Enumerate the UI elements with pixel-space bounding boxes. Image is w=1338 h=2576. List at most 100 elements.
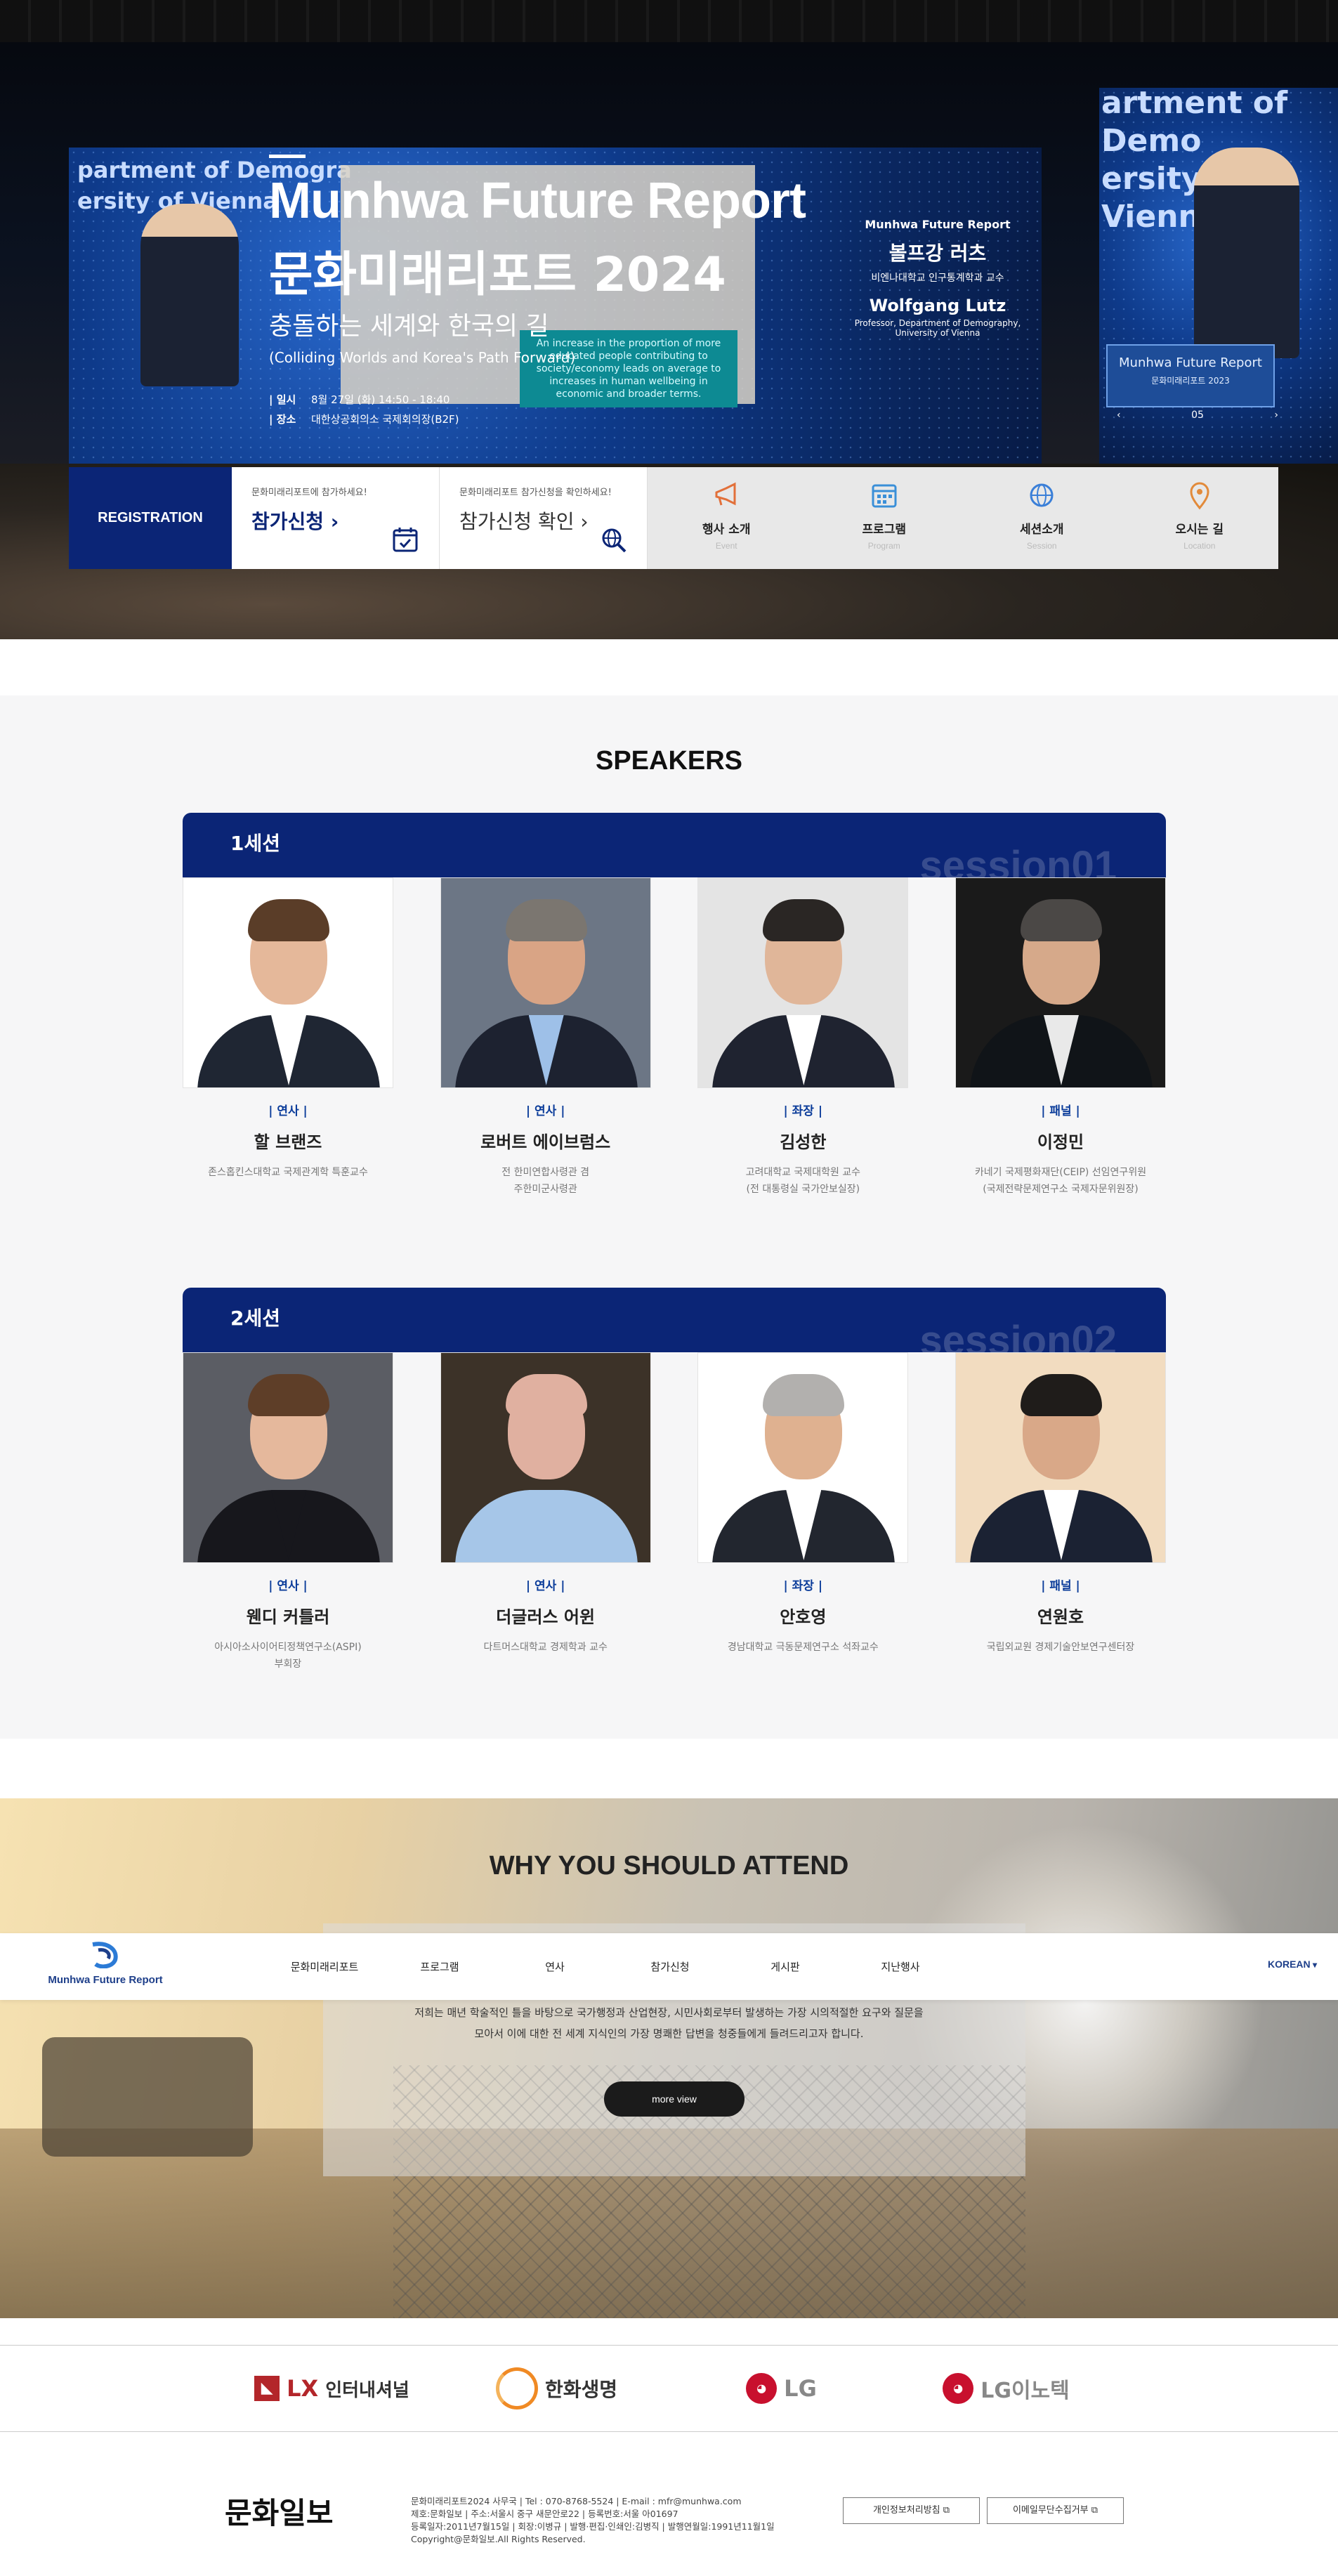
hero-subtitle-en: (Colliding Worlds and Korea's Path Forwa… [269,349,576,366]
nav-item-about[interactable]: 문화미래리포트 [267,1959,382,1974]
footer-line2: 제호:문화일보 | 주소:서울시 중구 새문안로22 | 등록번호:서울 아01… [411,2509,678,2519]
speaker-description: 국립외교원 경제기술안보연구센터장 [986,1642,1135,1653]
speaker-description: 고려대학교 국제대학원 교수 (전 대통령실 국가안보실장) [745,1167,861,1195]
speaker-description: 경남대학교 극동문제연구소 석좌교수 [727,1642,879,1653]
screen-card-title: Munhwa Future Report [1119,355,1262,370]
quick-event-sub: Event [715,541,737,551]
speaker-cards: 연사웬디 커틀러아시아소사이어티정책연구소(ASPI) 부회장연사더글러스 어윈… [183,1352,1166,1673]
speaker-name: 안호영 [780,1607,827,1627]
site-logo[interactable]: Munhwa Future Report [42,1940,169,1993]
speaker-role: 연사 [183,1576,393,1593]
speaker-figure-left [140,204,239,386]
quick-event-intro[interactable]: 행사 소개 Event [648,467,806,569]
sponsor-hanwha[interactable]: 한화생명 [459,2367,655,2410]
quick-menu-bar: REGISTRATION 문화미래리포트에 참가하세요! 참가신청 › 문화미래… [69,467,1278,569]
nav-menu: 문화미래리포트 프로그램 연사 참가신청 게시판 지난행사 [267,1933,958,2000]
speaker-name: 이정민 [1037,1132,1084,1152]
footer-line4: Copyright@문화일보.All Rights Reserved. [411,2534,586,2544]
nav-item-past-events[interactable]: 지난행사 [843,1959,958,1974]
quick-menu-cells: 행사 소개 Event 프로그램 Program 세션소개 Session 오시… [648,467,1278,569]
quick-program-sub: Program [867,541,900,551]
speaker-name: 김성한 [780,1132,827,1152]
speaker-role: 연사 [440,1576,651,1593]
quick-session-label: 세션소개 [1019,523,1064,537]
sponsor-lx[interactable]: ◣ LX 인터내셔널 [234,2375,431,2402]
hanwha-name: 한화생명 [544,2378,618,2401]
quick-program[interactable]: 프로그램 Program [806,467,964,569]
sponsor-lg[interactable]: ◕ LG [683,2373,880,2404]
date-value: 8월 27일 (화) 14:50 - 18:40 [311,393,450,406]
more-view-button[interactable]: more view [604,2081,745,2117]
lg-name: LG [784,2375,817,2402]
footer-info: 문화미래리포트2024 사무국 | Tel : 070-8768-5524 | … [411,2495,775,2546]
speaker-card[interactable]: 연사할 브랜즈존스홉킨스대학교 국제관계학 특훈교수 [183,877,393,1198]
speaker-hair [1020,1374,1102,1416]
slide-speaker-name-ko: 볼프강 러츠 [888,242,987,265]
search-globe-icon [602,528,627,553]
speaker-role: 좌장 [697,1101,908,1118]
screen-card: Munhwa Future Report 문화미래리포트 2023 [1106,344,1275,407]
speaker-photo [697,877,909,1088]
nav-item-program[interactable]: 프로그램 [382,1959,497,1974]
speaker-card[interactable]: 패널연원호국립외교원 경제기술안보연구센터장 [955,1352,1166,1673]
speaker-role: 패널 [955,1576,1166,1593]
screen-card-sub: 문화미래리포트 2023 [1151,376,1230,386]
speakers-section: SPEAKERS 1세션 session01 연사할 브랜즈존스홉킨스대학교 국… [0,695,1338,1739]
privacy-policy-button[interactable]: 개인정보처리방침 [843,2497,980,2524]
speaker-card[interactable]: 패널이정민카네기 국제평화재단(CEIP) 선임연구위원 (국제전략문제연구소 … [955,877,1166,1198]
main-navigation: Munhwa Future Report 문화미래리포트 프로그램 연사 참가신… [0,1933,1338,2000]
speaker-card[interactable]: 좌장김성한고려대학교 국제대학원 교수 (전 대통령실 국가안보실장) [697,877,909,1198]
why-title: WHY YOU SHOULD ATTEND [489,1851,849,1881]
hanwha-logo-mark [495,2367,538,2410]
why-body-line1: 저희는 매년 학술적인 틀을 바탕으로 국가행정과 산업현장, 시민사회로부터 … [414,2006,924,2019]
session-2: 2세션 session02 연사웬디 커틀러아시아소사이어티정책연구소(ASPI… [183,1288,1166,1673]
speaker-card[interactable]: 좌장안호영경남대학교 극동문제연구소 석좌교수 [697,1352,909,1673]
nav-item-register[interactable]: 참가신청 [612,1959,728,1974]
speaker-cards: 연사할 브랜즈존스홉킨스대학교 국제관계학 특훈교수연사로버트 에이브럼스전 한… [183,877,1166,1198]
lg-logo-mark: ◕ [746,2373,778,2404]
speaker-card[interactable]: 연사웬디 커틀러아시아소사이어티정책연구소(ASPI) 부회장 [183,1352,393,1673]
logo-text: Munhwa Future Report [48,1974,163,1986]
session-watermark: session01 [919,843,1117,877]
nav-item-speakers[interactable]: 연사 [497,1959,612,1974]
sponsor-lg-innotek[interactable]: ◕ LG이노텍 [908,2373,1105,2404]
speaker-photo [183,877,393,1088]
speaker-card[interactable]: 연사로버트 에이브럼스전 한미연합사령관 겸 주한미군사령관 [440,877,651,1198]
speaker-photo [955,877,1166,1088]
apply-link[interactable]: 문화미래리포트에 참가하세요! 참가신청 › [232,467,440,569]
session-header: 2세션 session02 [183,1288,1166,1352]
lx-name: 인터내셔널 [325,2379,409,2401]
quick-location[interactable]: 오시는 길 Location [1121,467,1279,569]
slide-speaker-affil-ko: 비엔나대학교 인구통계학과 교수 [871,273,1004,284]
event-meta: 일시8월 27일 (화) 14:50 - 18:40 장소대한상공회의소 국제회… [269,390,459,429]
why-attend-section: WHY YOU SHOULD ATTEND 저희는 매년 학술적인 틀을 바탕으… [0,1798,1338,2318]
session-label: 1세션 [230,832,281,855]
speaker-description: 다트머스대학교 경제학과 교수 [483,1642,608,1653]
speaker-role: 연사 [183,1101,393,1118]
quick-program-label: 프로그램 [862,523,907,537]
footer-logo: 문화일보 [225,2496,334,2530]
registration-label: REGISTRATION [69,467,232,569]
speaker-card[interactable]: 연사더글러스 어윈다트머스대학교 경제학과 교수 [440,1352,651,1673]
nav-item-board[interactable]: 게시판 [728,1959,843,1974]
speaker-role: 좌장 [697,1576,908,1593]
session-watermark: session02 [919,1318,1117,1352]
speaker-description: 아시아소사이어티정책연구소(ASPI) 부회장 [214,1642,362,1670]
prev-arrow-icon[interactable]: ‹ [1117,410,1121,421]
quick-session[interactable]: 세션소개 Session [963,467,1121,569]
session-1: 1세션 session01 연사할 브랜즈존스홉킨스대학교 국제관계학 특훈교수… [183,813,1166,1198]
next-arrow-icon[interactable]: › [1274,410,1278,421]
language-selector[interactable]: KOREAN [1268,1959,1317,1970]
logo-mark-icon [92,1942,118,1969]
speaker-role: 패널 [955,1101,1166,1118]
quick-location-label: 오시는 길 [1175,523,1224,537]
quick-session-sub: Session [1026,541,1057,551]
speaker-hair [248,1374,329,1416]
check-apply-link[interactable]: 문화미래리포트 참가신청을 확인하세요! 참가신청 확인 › [440,467,648,569]
slide-pager: ‹ 05 › [1117,410,1278,421]
why-body-line2: 모아서 이에 대한 전 세계 지식인의 가장 명쾌한 답변을 청중들에게 들려드… [474,2027,864,2040]
pager-current: 05 [1191,410,1204,421]
military-vehicle [42,2037,253,2157]
slide-speaker-name-en: Wolfgang Lutz [869,296,1006,315]
email-refusal-button[interactable]: 이메일무단수집거부 [987,2497,1124,2524]
